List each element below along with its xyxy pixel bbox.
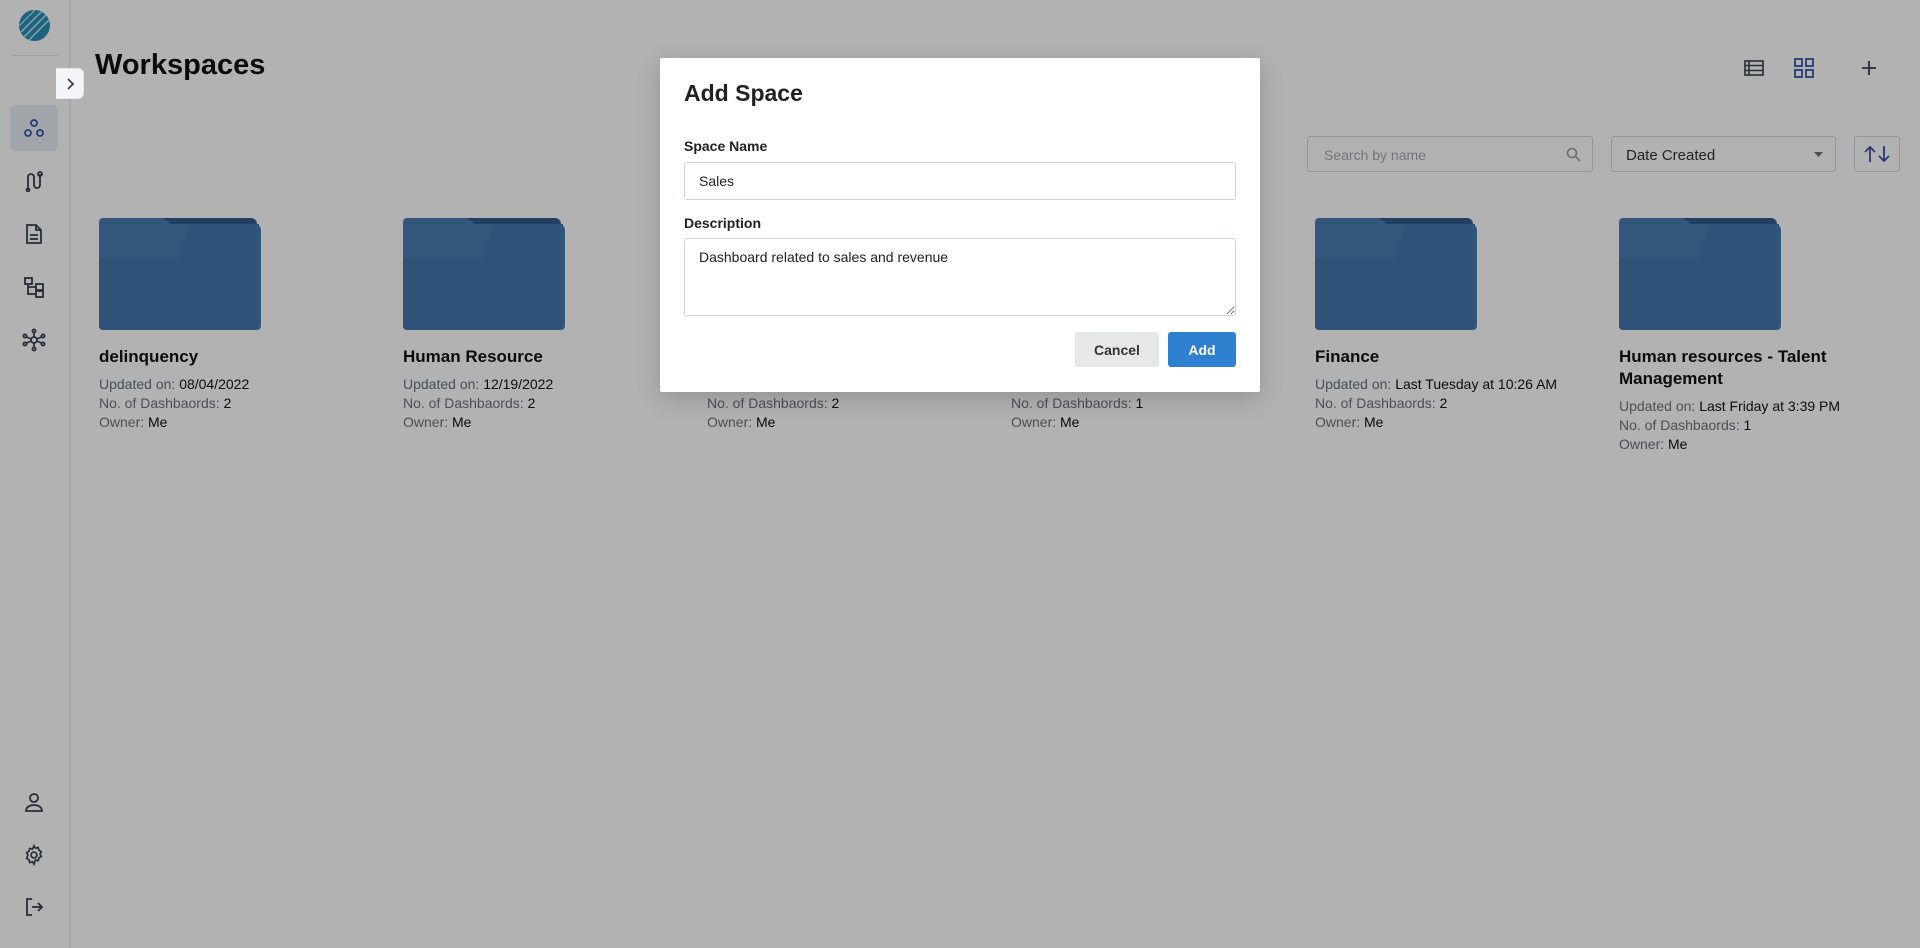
space-name-label: Space Name xyxy=(684,138,768,154)
dialog-title: Add Space xyxy=(684,80,803,106)
sidebar-expand-button[interactable] xyxy=(56,68,84,99)
add-button[interactable]: Add xyxy=(1168,332,1236,367)
description-textarea[interactable]: Dashboard related to sales and revenue xyxy=(684,238,1236,316)
space-name-input[interactable] xyxy=(684,162,1236,200)
chevron-right-icon xyxy=(66,77,74,90)
cancel-button[interactable]: Cancel xyxy=(1075,332,1159,367)
description-label: Description xyxy=(684,215,762,231)
add-space-dialog: Add Space Space Name Description Dashboa… xyxy=(660,58,1260,392)
